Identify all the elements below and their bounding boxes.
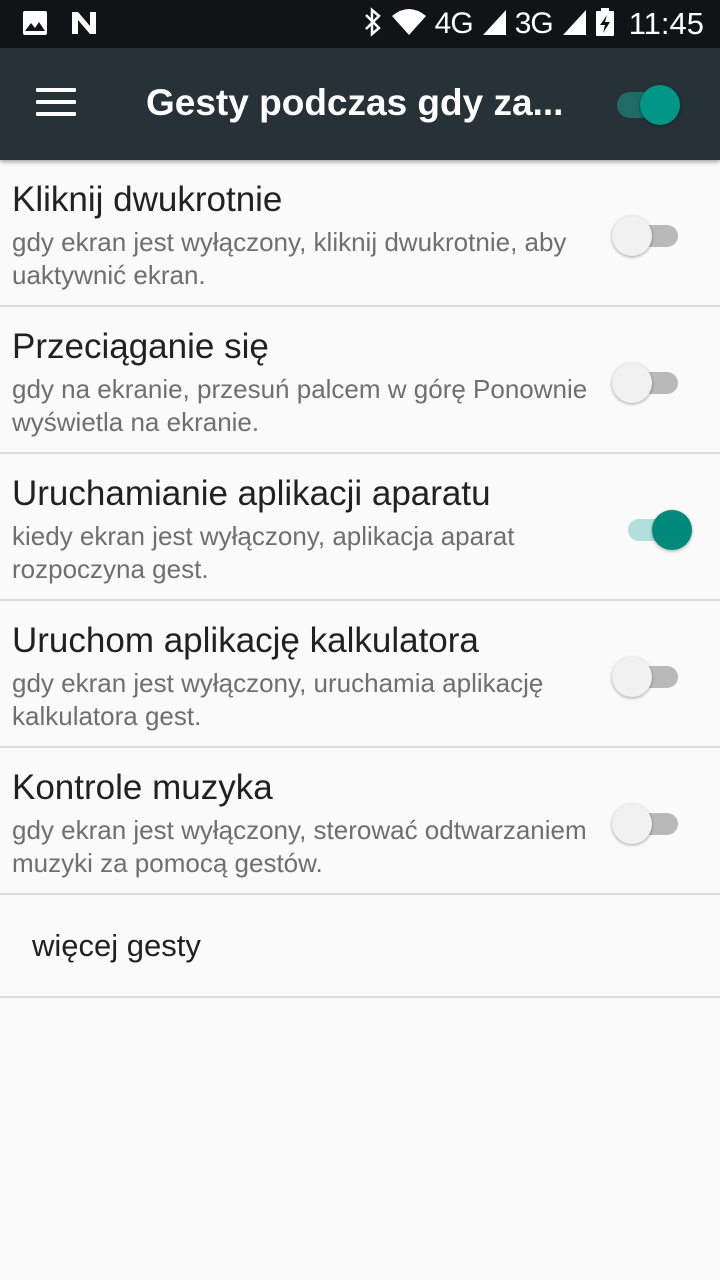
setting-subtitle: gdy ekran jest wyłączony, kliknij dwukro… xyxy=(12,227,567,290)
setting-subtitle: gdy na ekranie, przesuń palcem w górę Po… xyxy=(12,374,588,437)
master-toggle-thumb xyxy=(640,85,680,125)
more-gestures-label: więcej gesty xyxy=(32,928,201,963)
setting-subtitle: gdy ekran jest wyłączony, sterować odtwa… xyxy=(12,815,587,878)
status-bar: 4G 3G 11:45 xyxy=(0,0,720,48)
battery-charging-icon xyxy=(595,7,615,42)
setting-camera-launch[interactable]: Uruchamianie aplikacji aparatu kiedy ekr… xyxy=(0,454,720,601)
settings-list: Kliknij dwukrotnie gdy ekran jest wyłącz… xyxy=(0,160,720,895)
setting-title: Kontrole muzyka xyxy=(12,768,273,807)
music-control-toggle[interactable] xyxy=(612,800,682,844)
setting-swipe-up[interactable]: Przeciąganie się gdy na ekranie, przesuń… xyxy=(0,307,720,454)
signal-4g-icon xyxy=(481,8,507,41)
bluetooth-icon xyxy=(363,6,383,42)
network-4g-label: 4G xyxy=(434,7,474,40)
setting-title: Uruchom aplikację kalkulatora xyxy=(12,621,479,660)
app-bar: Gesty podczas gdy za... xyxy=(0,48,720,160)
page-title: Gesty podczas gdy za... xyxy=(146,82,564,123)
setting-title: Przeciąganie się xyxy=(12,327,269,366)
clock: 11:45 xyxy=(628,6,704,41)
master-toggle[interactable] xyxy=(615,85,685,125)
setting-music-control[interactable]: Kontrole muzyka gdy ekran jest wyłączony… xyxy=(0,748,720,895)
swipe-up-toggle[interactable] xyxy=(612,359,682,403)
setting-subtitle: gdy ekran jest wyłączony, uruchamia apli… xyxy=(12,668,544,731)
wifi-icon xyxy=(391,8,427,41)
setting-calculator-launch[interactable]: Uruchom aplikację kalkulatora gdy ekran … xyxy=(0,601,720,748)
image-notification-icon xyxy=(22,10,48,41)
double-tap-toggle[interactable] xyxy=(612,212,682,256)
more-gestures-item[interactable]: więcej gesty xyxy=(0,890,720,998)
setting-title: Uruchamianie aplikacji aparatu xyxy=(12,474,491,513)
menu-icon[interactable] xyxy=(36,88,76,118)
network-3g-label: 3G xyxy=(514,7,554,40)
setting-title: Kliknij dwukrotnie xyxy=(12,180,283,219)
camera-launch-toggle[interactable] xyxy=(626,506,696,550)
n-notification-icon xyxy=(70,10,98,41)
setting-double-tap[interactable]: Kliknij dwukrotnie gdy ekran jest wyłącz… xyxy=(0,160,720,307)
signal-3g-icon xyxy=(561,8,587,41)
setting-subtitle: kiedy ekran jest wyłączony, aplikacja ap… xyxy=(12,521,515,584)
calculator-launch-toggle[interactable] xyxy=(612,653,682,697)
